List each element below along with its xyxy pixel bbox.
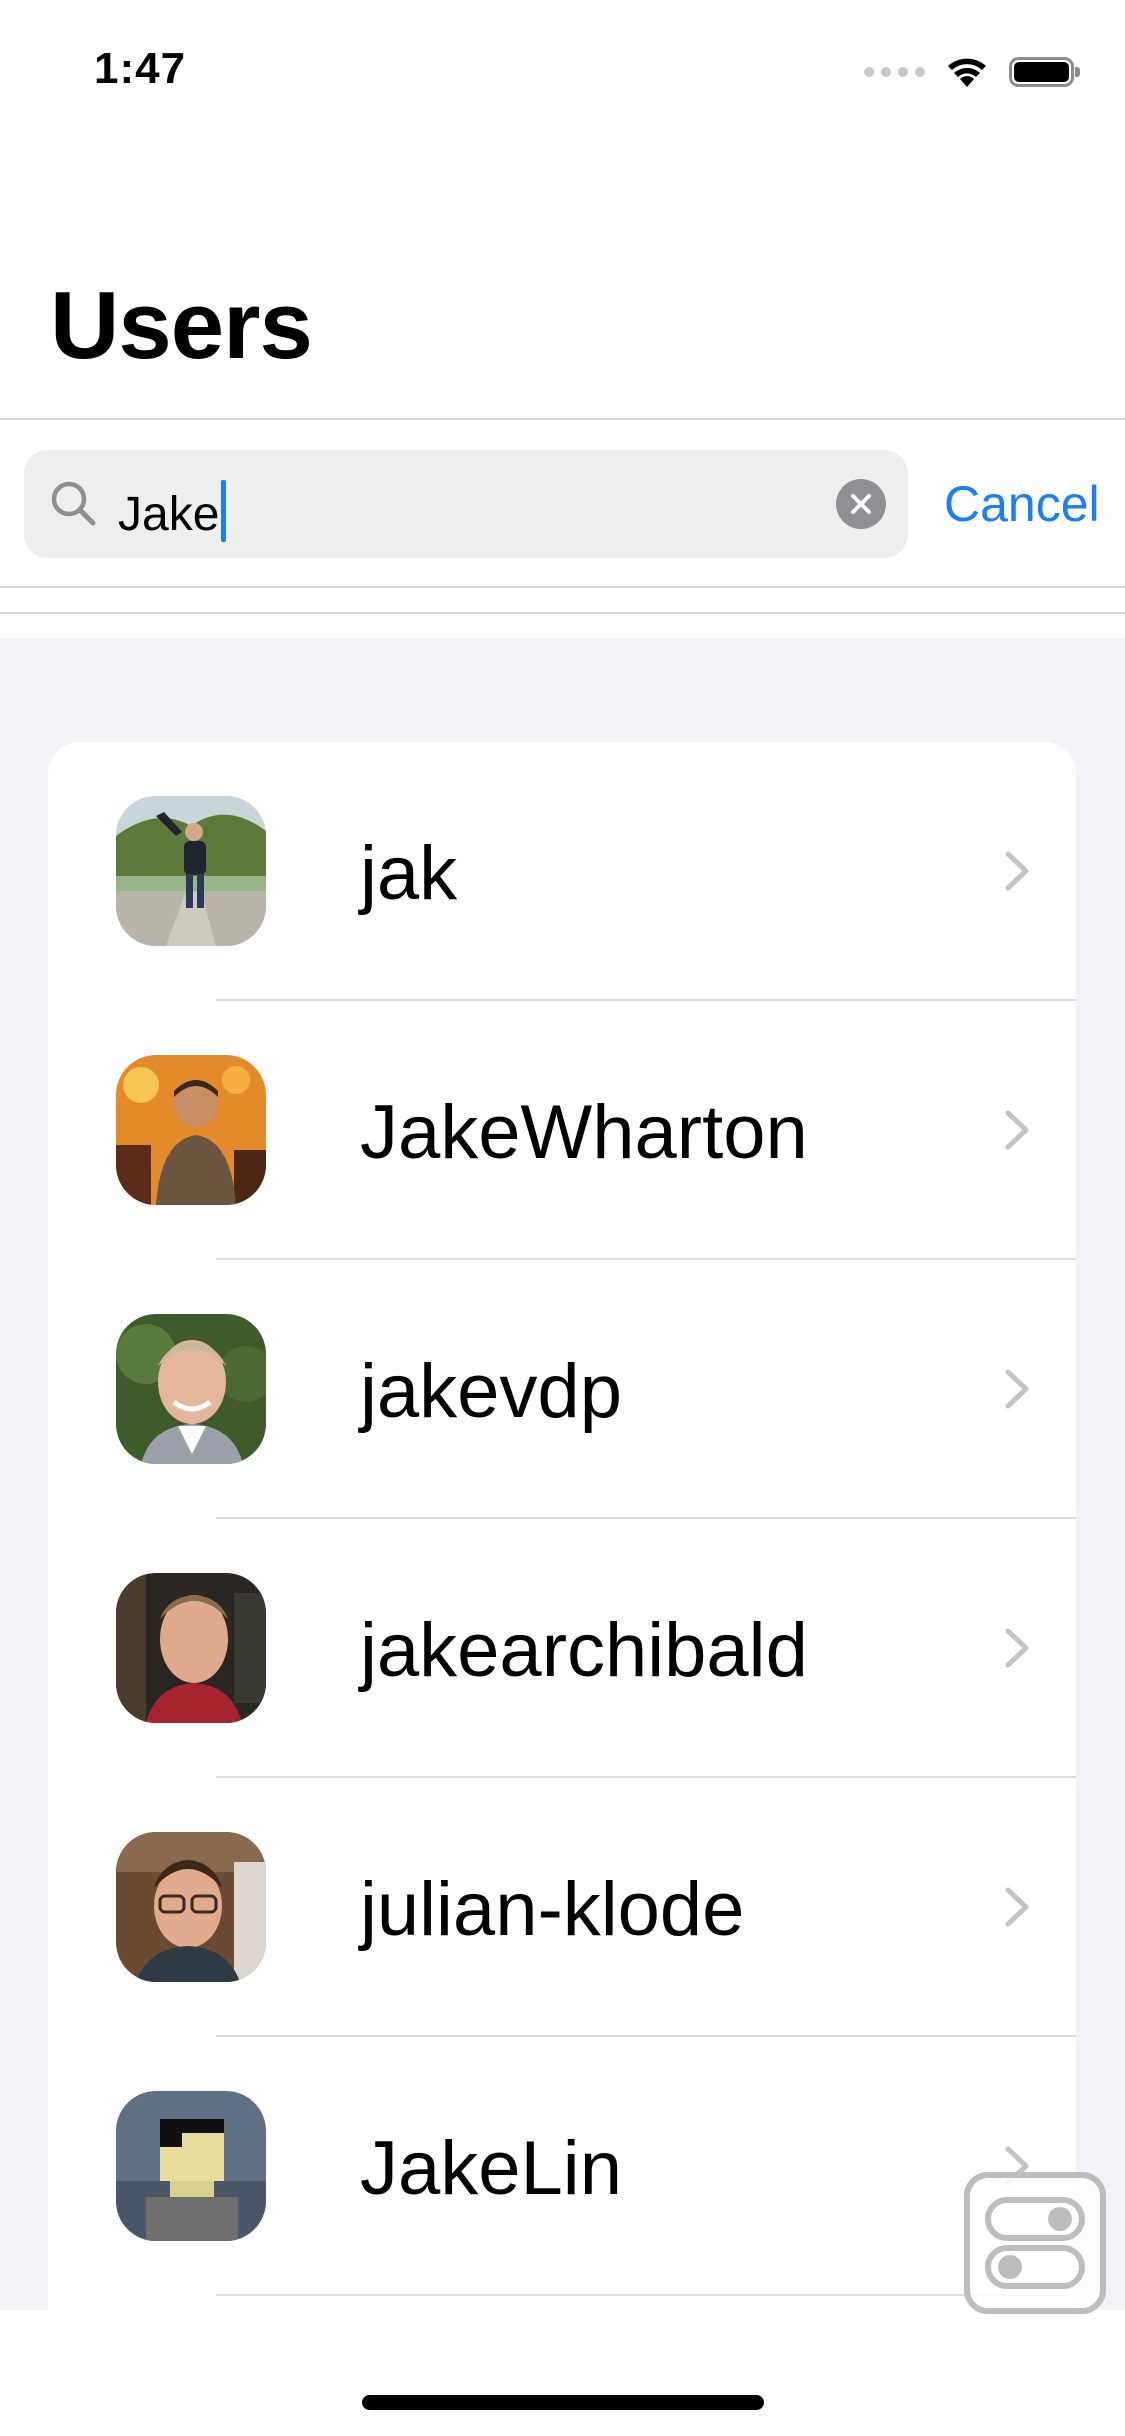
- user-name: jakearchibald: [360, 1608, 808, 1693]
- user-name: JakeWharton: [360, 1090, 808, 1175]
- search-input-text: Jake: [118, 488, 220, 541]
- search-input[interactable]: Jake: [118, 480, 227, 542]
- chevron-right-icon: [1005, 851, 1029, 891]
- battery-icon: [1009, 57, 1080, 87]
- page-title: Users: [50, 272, 313, 379]
- nav-divider: [0, 418, 1125, 420]
- avatar: [116, 1314, 266, 1464]
- search-field[interactable]: Jake: [24, 450, 908, 558]
- text-caret: [221, 480, 227, 542]
- list-item-user[interactable]: jakearchibald: [48, 1519, 1076, 1778]
- search-divider-bottom: [0, 612, 1125, 614]
- list-item-user[interactable]: jak: [48, 742, 1076, 1001]
- chevron-right-icon: [1005, 1110, 1029, 1150]
- user-name: jak: [360, 831, 458, 916]
- list-item-user[interactable]: jakevdp: [48, 1260, 1076, 1519]
- chevron-right-icon: [1005, 1887, 1029, 1927]
- avatar: [116, 796, 266, 946]
- search-divider-top: [0, 586, 1125, 588]
- avatar: [116, 1055, 266, 1205]
- wifi-icon: [948, 58, 986, 87]
- list-item-user[interactable]: JakeWharton: [48, 1001, 1076, 1260]
- home-indicator[interactable]: [362, 2395, 764, 2410]
- cancel-button[interactable]: Cancel: [944, 474, 1100, 534]
- row-separator: [216, 2294, 1076, 2296]
- avatar: [116, 1832, 266, 1982]
- user-name: jakevdp: [360, 1349, 622, 1434]
- bottom-safe-area: [0, 2310, 1125, 2436]
- chevron-right-icon: [1005, 1628, 1029, 1668]
- list-item-user[interactable]: JakeLin: [48, 2037, 1076, 2296]
- list-item-user[interactable]: julian-klode: [48, 1778, 1076, 2037]
- search-icon: [51, 481, 96, 526]
- avatar: [116, 2091, 266, 2241]
- avatar: [116, 1573, 266, 1723]
- status-time: 1:47: [94, 44, 187, 93]
- status-icons: [864, 52, 1081, 92]
- signal-dots-icon: [864, 67, 925, 77]
- users-search-screen: 1:47 Users Jake Cancel jak JakeWharton j…: [0, 0, 1125, 2436]
- user-name: julian-klode: [360, 1867, 745, 1952]
- user-name: JakeLin: [360, 2126, 622, 2211]
- toggle-switches-icon: [985, 2197, 1085, 2289]
- floating-debug-button[interactable]: [964, 2172, 1106, 2314]
- clear-circle-icon: [851, 494, 871, 514]
- clear-search-button[interactable]: [836, 479, 886, 529]
- chevron-right-icon: [1005, 1369, 1029, 1409]
- users-list: jak JakeWharton jakevdp jakearchibald ju…: [48, 742, 1076, 2342]
- status-bar: 1:47: [0, 0, 1125, 132]
